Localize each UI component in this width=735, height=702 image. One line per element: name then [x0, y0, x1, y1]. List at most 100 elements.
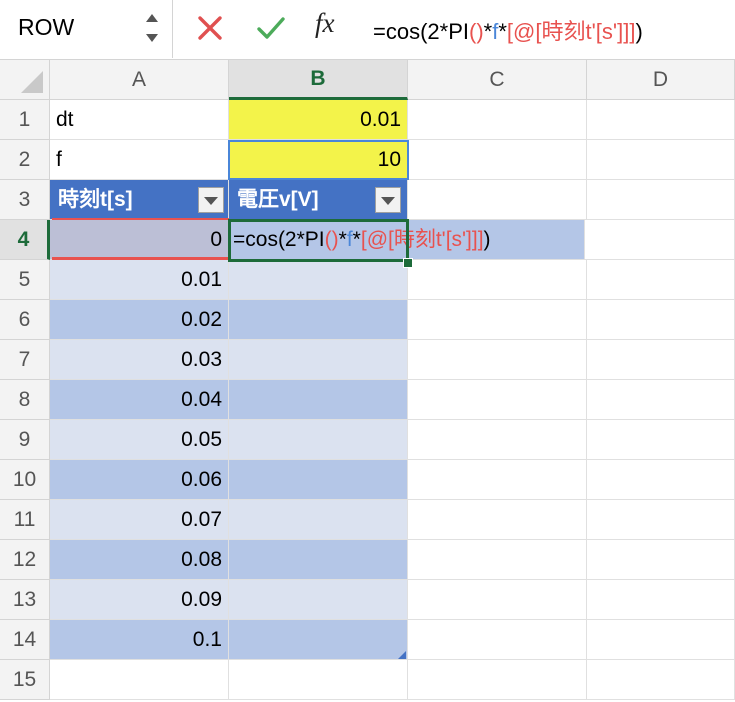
cell-a1[interactable]: dt — [50, 100, 229, 140]
cell-time-value[interactable]: 0.06 — [50, 460, 229, 500]
cell-d3[interactable] — [587, 180, 735, 220]
cell-voltage-value[interactable] — [229, 460, 408, 500]
row-header-1[interactable]: 1 — [0, 100, 50, 140]
chevron-down-icon — [381, 197, 395, 205]
name-box[interactable]: ROW — [0, 0, 173, 58]
cell-voltage-value[interactable] — [229, 500, 408, 540]
cell-time-value[interactable]: 0.01 — [50, 260, 229, 300]
cell-d[interactable] — [587, 420, 735, 460]
cell-time-value[interactable]: 0.1 — [50, 620, 229, 660]
formula-bar: ROW fx =cos(2*PI()*f*[@[時刻t'[s']]]) — [0, 0, 735, 60]
table-header-time[interactable]: 時刻t[s] — [50, 180, 229, 220]
row-header-15[interactable]: 15 — [0, 660, 50, 700]
row-header-4[interactable]: 4 — [0, 220, 50, 260]
cell-c[interactable] — [408, 420, 587, 460]
select-all-corner[interactable] — [0, 60, 50, 100]
row-header-13[interactable]: 13 — [0, 580, 50, 620]
cell-d[interactable] — [587, 580, 735, 620]
cell-c[interactable] — [408, 500, 587, 540]
formula-token: () — [469, 19, 484, 44]
cell-d[interactable] — [587, 340, 735, 380]
column-header-a[interactable]: A — [50, 60, 229, 100]
enter-checkmark-icon[interactable] — [255, 12, 287, 44]
row-header-2[interactable]: 2 — [0, 140, 50, 180]
formula-token: * — [498, 19, 507, 44]
row-header-11[interactable]: 11 — [0, 500, 50, 540]
reference-highlight-a4 — [52, 220, 229, 260]
cell-voltage-value[interactable] — [229, 420, 408, 460]
cell-c[interactable] — [408, 260, 587, 300]
cell-time-value[interactable]: 0.07 — [50, 500, 229, 540]
cell-time-value[interactable]: 0.04 — [50, 380, 229, 420]
cell-b1[interactable]: 0.01 — [229, 100, 408, 140]
cell-c15[interactable] — [408, 660, 587, 700]
column-header-b[interactable]: B — [229, 60, 408, 100]
cell-c[interactable] — [408, 300, 587, 340]
cell-d[interactable] — [587, 300, 735, 340]
active-cell-border — [228, 219, 409, 262]
cell-c[interactable] — [408, 380, 587, 420]
cell-time-value[interactable]: 0.05 — [50, 420, 229, 460]
cell-voltage-value[interactable] — [229, 540, 408, 580]
row-header-3[interactable]: 3 — [0, 180, 50, 220]
column-header-d[interactable]: D — [587, 60, 735, 100]
cell-d[interactable] — [587, 380, 735, 420]
cell-voltage-value[interactable] — [229, 260, 408, 300]
cell-c[interactable] — [408, 580, 587, 620]
cell-c[interactable] — [408, 340, 587, 380]
cell-voltage-value[interactable] — [229, 340, 408, 380]
cell-c2[interactable] — [408, 140, 587, 180]
formula-token: * — [483, 19, 493, 44]
reference-highlight-b2 — [228, 140, 409, 180]
cell-d[interactable] — [587, 620, 735, 660]
cell-c[interactable] — [408, 460, 587, 500]
cell-voltage-value[interactable] — [229, 620, 408, 660]
row-header-14[interactable]: 14 — [0, 620, 50, 660]
name-box-dropdown-icon[interactable] — [144, 8, 160, 48]
formula-token: ) — [483, 228, 491, 251]
filter-dropdown-voltage[interactable] — [375, 187, 401, 213]
cell-d[interactable] — [587, 260, 735, 300]
row-header-12[interactable]: 12 — [0, 540, 50, 580]
cell-a15[interactable] — [50, 660, 229, 700]
row-header-6[interactable]: 6 — [0, 300, 50, 340]
row-header-7[interactable]: 7 — [0, 340, 50, 380]
row-header-10[interactable]: 10 — [0, 460, 50, 500]
cell-d[interactable] — [587, 540, 735, 580]
cell-time-value[interactable]: 0.08 — [50, 540, 229, 580]
table-header-voltage[interactable]: 電圧v[V] — [229, 180, 408, 220]
formula-token: =cos(2*PI — [373, 19, 469, 44]
cell-voltage-value[interactable] — [229, 580, 408, 620]
cell-d[interactable] — [587, 460, 735, 500]
cell-time-value[interactable]: 0.02 — [50, 300, 229, 340]
formula-token: [@[時刻t'[s']]] — [506, 19, 636, 44]
row-header-8[interactable]: 8 — [0, 380, 50, 420]
cancel-icon[interactable] — [195, 12, 225, 44]
cell-c1[interactable] — [408, 100, 587, 140]
formula-input[interactable]: =cos(2*PI()*f*[@[時刻t'[s']]]) — [373, 14, 643, 46]
filter-dropdown-time[interactable] — [198, 187, 224, 213]
cell-d1[interactable] — [587, 100, 735, 140]
cell-time-value[interactable]: 0.09 — [50, 580, 229, 620]
cell-voltage-value[interactable] — [229, 300, 408, 340]
worksheet-grid: A B C D 1 2 3 4 5 6 7 8 9 10 11 12 13 14 15 dt 0.01 f … — [0, 60, 735, 702]
table-resize-handle[interactable] — [398, 651, 406, 659]
cell-voltage-value[interactable] — [229, 380, 408, 420]
cell-c3[interactable] — [408, 180, 587, 220]
cell-time-value[interactable]: 0.03 — [50, 340, 229, 380]
cell-c[interactable] — [408, 540, 587, 580]
row-header-5[interactable]: 5 — [0, 260, 50, 300]
cell-c[interactable] — [408, 620, 587, 660]
cell-d15[interactable] — [587, 660, 735, 700]
name-box-value[interactable]: ROW — [18, 14, 74, 41]
cell-b15[interactable] — [229, 660, 408, 700]
cell-d[interactable] — [587, 500, 735, 540]
fill-handle[interactable] — [403, 258, 413, 268]
cell-a2[interactable]: f — [50, 140, 229, 180]
insert-function-button[interactable]: fx — [315, 8, 335, 39]
row-header-9[interactable]: 9 — [0, 420, 50, 460]
cell-d4[interactable] — [585, 220, 735, 260]
formula-token: ) — [635, 19, 643, 44]
cell-d2[interactable] — [587, 140, 735, 180]
column-header-c[interactable]: C — [408, 60, 587, 100]
